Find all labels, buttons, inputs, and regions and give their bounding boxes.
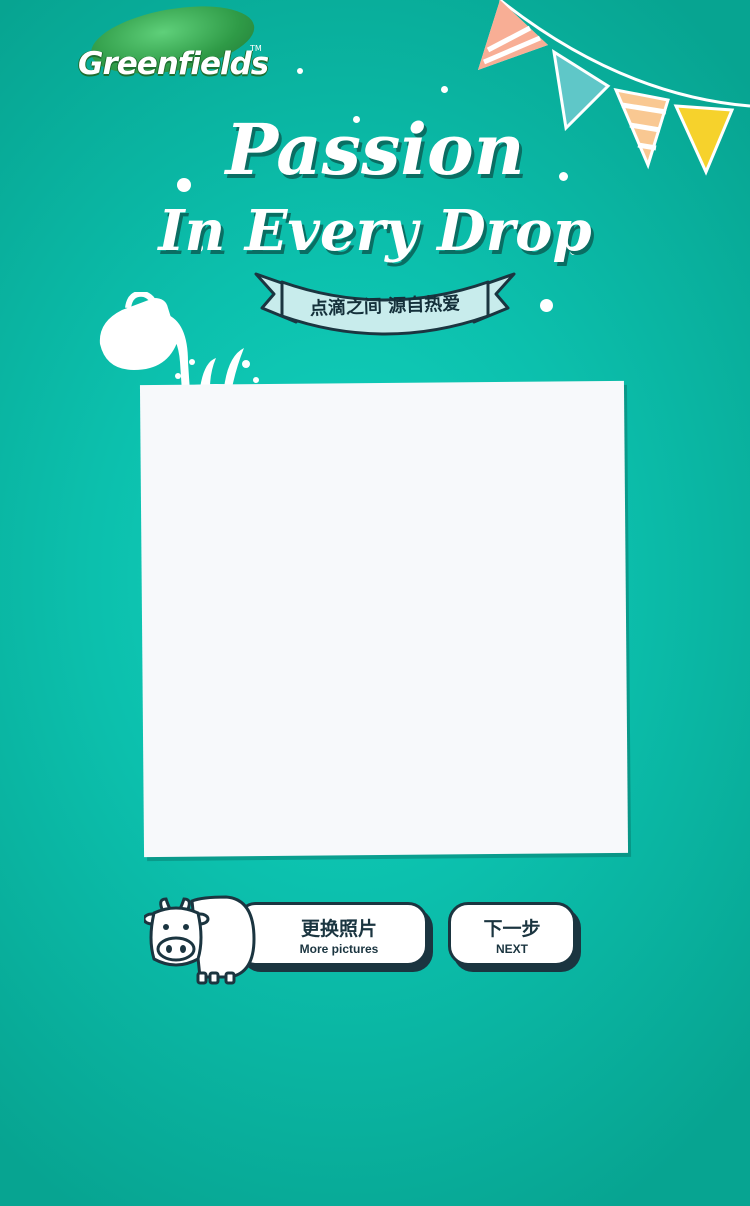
decor-dot — [540, 299, 553, 312]
next-label-cn: 下一步 — [483, 918, 541, 940]
slogan-ribbon: 点滴之间 源自热爱 — [252, 266, 518, 346]
cow-icon — [144, 895, 256, 985]
more-pictures-button[interactable]: 更换照片 More pictures — [236, 902, 428, 966]
headline-line1: Passion — [225, 108, 525, 191]
decor-dot — [441, 86, 448, 93]
headline-line2: In Every Drop — [158, 198, 592, 264]
more-pictures-label-en: More pictures — [299, 942, 379, 956]
trademark-label: TM — [250, 44, 262, 53]
more-pictures-label-cn: 更换照片 — [300, 918, 377, 940]
logo-text: Greenfields — [78, 46, 269, 82]
next-button[interactable]: 下一步 NEXT — [448, 902, 576, 966]
next-label-en: NEXT — [495, 942, 528, 956]
decor-dot — [297, 68, 303, 74]
photo-preview-area[interactable] — [139, 380, 629, 858]
brand-logo: Greenfields TM — [78, 0, 269, 114]
